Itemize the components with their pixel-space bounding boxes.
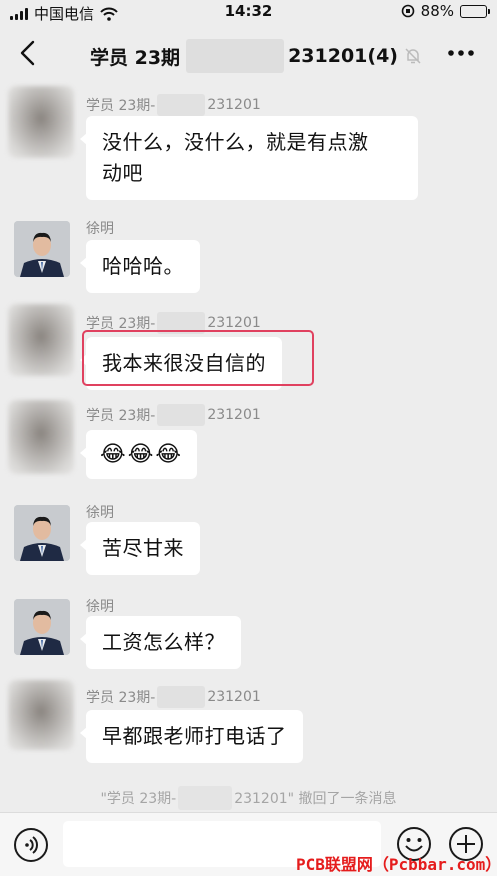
highlight-box [82, 330, 314, 386]
more-options-icon[interactable] [447, 46, 475, 60]
message-bubble[interactable]: 工资怎么样？ [80, 616, 241, 669]
message-text: 苦尽甘来 [102, 536, 184, 560]
message-text: 没什么，没什么，就是有点激 [102, 130, 369, 154]
avatar-xuming[interactable] [14, 599, 70, 655]
orientation-lock-icon [401, 4, 414, 18]
person-photo-icon [14, 599, 70, 655]
laughing-tears-emoji: 😂😂😂 [100, 442, 184, 467]
message-bubble[interactable]: 哈哈哈。 [80, 240, 200, 293]
message-bubble[interactable]: 😂😂😂 [79, 430, 198, 479]
message-bubble[interactable]: 没什么，没什么，就是有点激 动吧 [80, 116, 418, 200]
sender-prefix: 学员 23期- [86, 690, 156, 706]
mute-bell-icon [405, 48, 421, 64]
redacted-region [157, 94, 206, 116]
avatar-blurred[interactable] [8, 86, 74, 158]
avatar-blurred[interactable] [8, 304, 74, 376]
recall-prefix: "学员 23期- [100, 791, 177, 807]
sender-name: 徐明 [86, 221, 114, 237]
recall-notice: "学员 23期- 231201" 撤回了一条消息 [0, 786, 497, 810]
status-bar: 中国电信 14:32 88% [0, 0, 497, 24]
back-icon[interactable] [12, 37, 44, 69]
message-text: 工资怎么样？ [102, 630, 225, 654]
sender-prefix: 学员 23期- [86, 408, 156, 424]
sender-name: 学员 23期- 231201 [86, 94, 261, 116]
chat-title-suffix: 231201(4) [288, 45, 398, 67]
avatar-blurred[interactable] [8, 680, 74, 750]
sender-suffix: 231201 [207, 689, 261, 705]
redacted-region [186, 39, 285, 73]
message-text: 早都跟老师打电话了 [102, 724, 287, 748]
sender-name: 徐明 [86, 599, 114, 615]
battery-icon [460, 4, 490, 18]
avatar-blurred[interactable] [8, 400, 74, 474]
chat-title: 学员 23期 231201(4) [90, 39, 422, 73]
sender-suffix: 231201 [207, 315, 261, 331]
voice-input-button[interactable] [14, 828, 48, 862]
recall-suffix: 231201" 撤回了一条消息 [234, 791, 397, 807]
redacted-region [157, 404, 206, 426]
sender-name: 学员 23期- 231201 [86, 404, 261, 426]
sender-suffix: 231201 [207, 97, 261, 113]
message-bubble[interactable]: 早都跟老师打电话了 [80, 710, 303, 763]
avatar-xuming[interactable] [14, 505, 70, 561]
watermark: PCB联盟网（Pcbbar.com） [296, 855, 497, 874]
message-bubble[interactable]: 苦尽甘来 [80, 522, 200, 575]
sender-name: 徐明 [86, 505, 114, 521]
chat-title-prefix: 学员 23期 [90, 46, 181, 69]
person-photo-icon [14, 221, 70, 277]
battery-percent: 88% [420, 2, 454, 20]
sender-prefix: 学员 23期- [86, 98, 156, 114]
person-photo-icon [14, 505, 70, 561]
chat-header: 学员 23期 231201(4) [0, 24, 497, 82]
message-text: 哈哈哈。 [102, 254, 184, 278]
message-text: 动吧 [102, 161, 143, 185]
redacted-region [157, 686, 206, 708]
voice-icon [25, 836, 38, 854]
sender-name: 学员 23期- 231201 [86, 686, 261, 708]
avatar-xuming[interactable] [14, 221, 70, 277]
redacted-region [178, 786, 233, 810]
sender-suffix: 231201 [207, 407, 261, 423]
